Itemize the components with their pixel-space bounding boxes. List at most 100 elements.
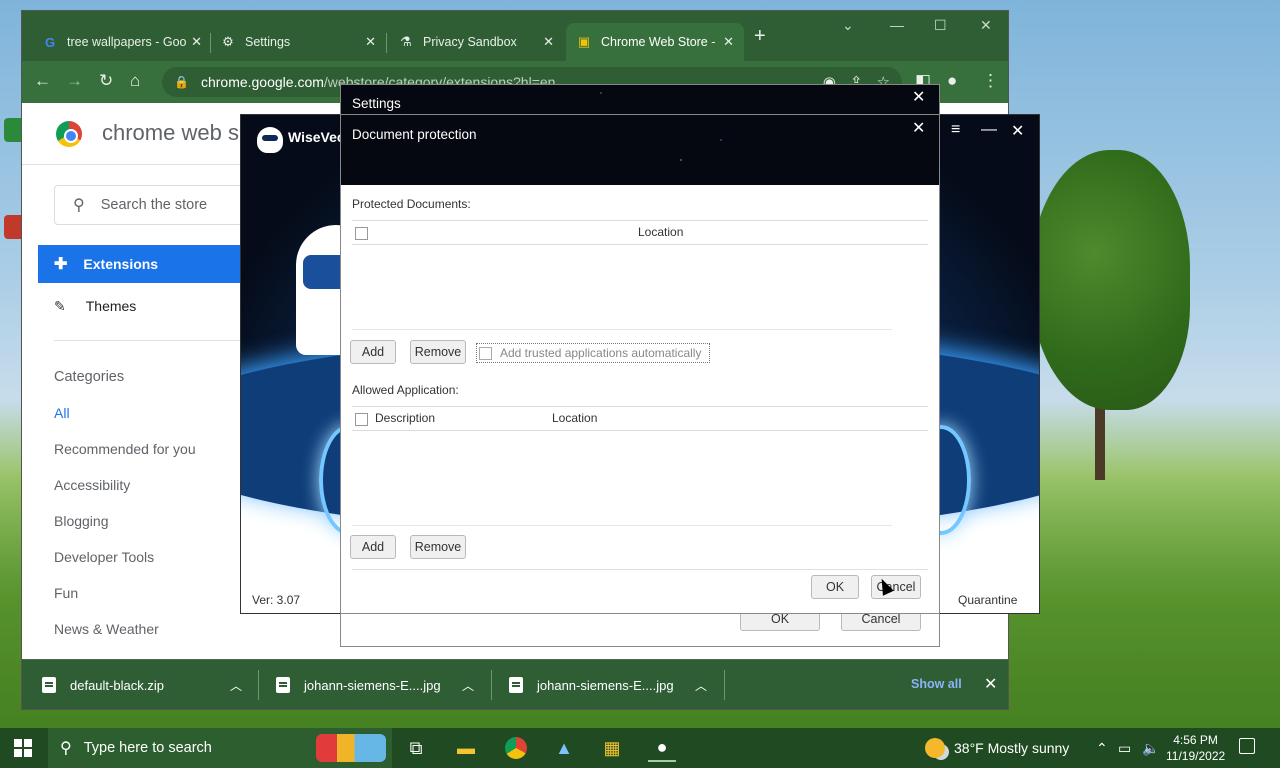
trusted-apps-checkbox[interactable]: Add trusted applications automatically xyxy=(476,343,710,363)
web-store-icon: ▣ xyxy=(577,34,591,49)
windows-start-icon[interactable] xyxy=(14,739,32,757)
chevron-up-icon[interactable]: ︿ xyxy=(695,677,707,694)
protected-documents-grid: Location xyxy=(352,220,928,330)
category-news-weather[interactable]: News & Weather xyxy=(54,621,159,637)
zip-file-icon xyxy=(42,677,56,693)
tab-strip: G tree wallpapers - Goo ✕ ⚙ Settings ✕ ⚗… xyxy=(22,11,1008,61)
notification-icon[interactable] xyxy=(1239,738,1255,754)
windows-taskbar: ⚲ Type here to search ⧉ ▬ ▲ ▦ ● 38°F Mos… xyxy=(0,728,1280,768)
forward-icon[interactable]: → xyxy=(66,71,83,91)
tab-privacy-sandbox[interactable]: ⚗ Privacy Sandbox ✕ xyxy=(388,23,564,61)
close-icon[interactable]: ✕ xyxy=(912,118,925,138)
flask-icon: ⚗ xyxy=(400,34,412,49)
menu-kebab-icon[interactable]: ⋮ xyxy=(982,71,999,91)
column-location[interactable]: Location xyxy=(552,411,597,425)
back-icon[interactable]: ← xyxy=(34,71,51,91)
add-application-button[interactable]: Add xyxy=(350,535,396,559)
close-icon[interactable]: ✕ xyxy=(912,87,925,107)
google-icon: G xyxy=(44,34,56,50)
close-icon[interactable]: ✕ xyxy=(365,34,376,50)
close-icon[interactable]: ✕ xyxy=(984,674,997,694)
taskbar-search-box[interactable]: ⚲ Type here to search xyxy=(48,728,392,768)
task-view-icon[interactable]: ⧉ xyxy=(402,734,430,762)
store-icon[interactable]: ▦ xyxy=(598,734,626,762)
dialog-separator xyxy=(352,569,928,570)
network-icon[interactable]: ▭ xyxy=(1118,740,1131,757)
search-placeholder: Search the store xyxy=(100,197,208,213)
download-bar: default-black.zip ︿ johann-siemens-E....… xyxy=(22,659,1008,709)
profile-icon[interactable]: ● xyxy=(947,71,957,91)
remove-application-button[interactable]: Remove xyxy=(410,535,466,559)
download-item[interactable]: johann-siemens-E....jpg ︿ xyxy=(276,660,474,710)
dialog-titlebar: Document protection ✕ xyxy=(341,115,939,185)
column-location[interactable]: Location xyxy=(638,225,683,239)
category-accessibility[interactable]: Accessibility xyxy=(54,477,130,493)
wisevector-taskbar-icon[interactable]: ● xyxy=(648,734,676,762)
wisevector-version: Ver: 3.07 xyxy=(252,593,301,607)
search-icon: ⚲ xyxy=(73,197,85,214)
category-recommended[interactable]: Recommended for you xyxy=(54,441,196,457)
close-icon[interactable]: ✕ xyxy=(191,34,202,50)
category-developer-tools[interactable]: Developer Tools xyxy=(54,549,154,565)
tab-label: tree wallpapers - Goo xyxy=(67,35,187,49)
tab-label: Chrome Web Store - xyxy=(601,35,716,49)
column-description[interactable]: Description xyxy=(375,411,435,425)
menu-icon[interactable]: ≡ xyxy=(951,121,960,139)
chevron-down-icon[interactable]: ⌄ xyxy=(842,17,854,34)
clock-time: 4:56 PM xyxy=(1173,733,1218,747)
quarantine-link[interactable]: Quarantine xyxy=(958,593,1017,607)
taskbar-clock[interactable]: 4:56 PM 11/19/2022 xyxy=(1166,732,1225,764)
new-tab-icon[interactable]: + xyxy=(754,25,766,48)
checkbox[interactable] xyxy=(479,346,492,360)
download-filename: johann-siemens-E....jpg xyxy=(304,677,441,693)
gear-icon: ⚙ xyxy=(222,34,234,49)
grid-bottom-line xyxy=(352,525,892,526)
close-icon[interactable]: ✕ xyxy=(723,34,734,50)
tab-chrome-web-store[interactable]: ▣ Chrome Web Store - ✕ xyxy=(566,23,744,61)
select-all-checkbox[interactable] xyxy=(355,227,368,240)
close-icon[interactable]: ✕ xyxy=(1011,121,1024,141)
minimize-icon[interactable]: — xyxy=(890,17,904,33)
dialog-ok-button[interactable]: OK xyxy=(811,575,859,599)
show-all-downloads-link[interactable]: Show all xyxy=(911,677,962,691)
reload-icon[interactable]: ↻ xyxy=(99,71,113,91)
download-separator xyxy=(491,670,492,700)
category-all[interactable]: All xyxy=(54,405,70,421)
download-item[interactable]: default-black.zip ︿ xyxy=(42,660,242,710)
remove-document-button[interactable]: Remove xyxy=(410,340,466,364)
photos-icon[interactable]: ▲ xyxy=(550,734,578,762)
download-filename: johann-siemens-E....jpg xyxy=(537,677,674,693)
chevron-up-icon[interactable]: ⌃ xyxy=(1096,740,1108,757)
allowed-application-label: Allowed Application: xyxy=(352,383,459,397)
minimize-icon[interactable]: — xyxy=(981,121,997,139)
category-fun[interactable]: Fun xyxy=(54,585,78,601)
close-icon[interactable]: ✕ xyxy=(980,17,992,34)
wisevector-logo-icon xyxy=(257,127,283,153)
tab-label: Settings xyxy=(245,35,291,49)
trusted-apps-label: Add trusted applications automatically xyxy=(500,346,702,360)
select-all-checkbox[interactable] xyxy=(355,413,368,426)
close-icon[interactable]: ✕ xyxy=(543,34,554,50)
volume-icon[interactable]: 🔈 xyxy=(1142,740,1159,757)
tab-settings[interactable]: ⚙ Settings ✕ xyxy=(210,23,386,61)
wisevector-app-name: WiseVec xyxy=(288,129,345,145)
tab-tree-wallpapers[interactable]: G tree wallpapers - Goo ✕ xyxy=(32,23,212,61)
tab-label: Privacy Sandbox xyxy=(423,35,517,49)
category-blogging[interactable]: Blogging xyxy=(54,513,109,529)
categories-heading: Categories xyxy=(54,369,125,385)
chrome-icon[interactable] xyxy=(502,734,530,762)
web-store-logo-icon[interactable] xyxy=(56,121,82,147)
chevron-up-icon[interactable]: ︿ xyxy=(462,677,474,694)
download-item[interactable]: johann-siemens-E....jpg ︿ xyxy=(509,660,707,710)
maximize-icon[interactable]: ☐ xyxy=(934,17,947,34)
lock-icon[interactable]: 🔒 xyxy=(174,75,189,89)
chevron-up-icon[interactable]: ︿ xyxy=(230,677,242,694)
file-explorer-icon[interactable]: ▬ xyxy=(452,734,480,762)
add-document-button[interactable]: Add xyxy=(350,340,396,364)
home-icon[interactable]: ⌂ xyxy=(130,71,140,91)
puzzle-icon: ✚ xyxy=(54,256,68,273)
desktop-tree xyxy=(1030,150,1190,410)
weather-text[interactable]: 38°F Mostly sunny xyxy=(954,740,1069,756)
weather-icon[interactable] xyxy=(925,738,945,758)
document-protection-dialog: Document protection ✕ Protected Document… xyxy=(340,114,940,614)
